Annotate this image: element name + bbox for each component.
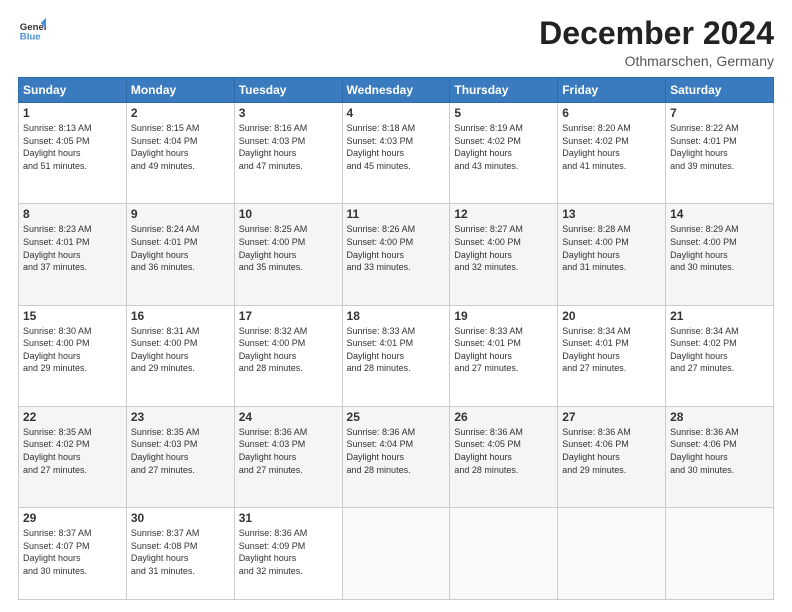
table-row: 3 Sunrise: 8:16 AMSunset: 4:03 PMDayligh… [234,103,342,204]
table-row: 31 Sunrise: 8:36 AMSunset: 4:09 PMDaylig… [234,507,342,599]
table-row: 24 Sunrise: 8:36 AMSunset: 4:03 PMDaylig… [234,406,342,507]
table-row: 21 Sunrise: 8:34 AMSunset: 4:02 PMDaylig… [666,305,774,406]
table-row: 28 Sunrise: 8:36 AMSunset: 4:06 PMDaylig… [666,406,774,507]
col-friday: Friday [558,78,666,103]
table-row: 27 Sunrise: 8:36 AMSunset: 4:06 PMDaylig… [558,406,666,507]
table-row: 13 Sunrise: 8:28 AMSunset: 4:00 PMDaylig… [558,204,666,305]
table-row: 5 Sunrise: 8:19 AMSunset: 4:02 PMDayligh… [450,103,558,204]
col-tuesday: Tuesday [234,78,342,103]
table-row: 25 Sunrise: 8:36 AMSunset: 4:04 PMDaylig… [342,406,450,507]
svg-text:Blue: Blue [20,32,41,43]
calendar-page: General Blue December 2024 Othmarschen, … [0,0,792,612]
logo: General Blue [18,16,46,44]
table-row: 10 Sunrise: 8:25 AMSunset: 4:00 PMDaylig… [234,204,342,305]
table-row: 14 Sunrise: 8:29 AMSunset: 4:00 PMDaylig… [666,204,774,305]
table-row: 1 Sunrise: 8:13 AMSunset: 4:05 PMDayligh… [19,103,127,204]
table-row: 8 Sunrise: 8:23 AMSunset: 4:01 PMDayligh… [19,204,127,305]
table-row [558,507,666,599]
month-title: December 2024 [539,16,774,51]
table-row: 19 Sunrise: 8:33 AMSunset: 4:01 PMDaylig… [450,305,558,406]
table-row [342,507,450,599]
table-row: 26 Sunrise: 8:36 AMSunset: 4:05 PMDaylig… [450,406,558,507]
table-row: 12 Sunrise: 8:27 AMSunset: 4:00 PMDaylig… [450,204,558,305]
table-row: 23 Sunrise: 8:35 AMSunset: 4:03 PMDaylig… [126,406,234,507]
col-monday: Monday [126,78,234,103]
header-row: Sunday Monday Tuesday Wednesday Thursday… [19,78,774,103]
header: General Blue December 2024 Othmarschen, … [18,16,774,69]
col-saturday: Saturday [666,78,774,103]
table-row: 29 Sunrise: 8:37 AMSunset: 4:07 PMDaylig… [19,507,127,599]
table-row [666,507,774,599]
table-row: 11 Sunrise: 8:26 AMSunset: 4:00 PMDaylig… [342,204,450,305]
col-thursday: Thursday [450,78,558,103]
table-row: 9 Sunrise: 8:24 AMSunset: 4:01 PMDayligh… [126,204,234,305]
table-row: 22 Sunrise: 8:35 AMSunset: 4:02 PMDaylig… [19,406,127,507]
table-row: 30 Sunrise: 8:37 AMSunset: 4:08 PMDaylig… [126,507,234,599]
table-row: 18 Sunrise: 8:33 AMSunset: 4:01 PMDaylig… [342,305,450,406]
col-wednesday: Wednesday [342,78,450,103]
location: Othmarschen, Germany [539,53,774,69]
table-row: 4 Sunrise: 8:18 AMSunset: 4:03 PMDayligh… [342,103,450,204]
table-row: 20 Sunrise: 8:34 AMSunset: 4:01 PMDaylig… [558,305,666,406]
table-row: 6 Sunrise: 8:20 AMSunset: 4:02 PMDayligh… [558,103,666,204]
table-row: 15 Sunrise: 8:30 AMSunset: 4:00 PMDaylig… [19,305,127,406]
table-row [450,507,558,599]
table-row: 2 Sunrise: 8:15 AMSunset: 4:04 PMDayligh… [126,103,234,204]
title-block: December 2024 Othmarschen, Germany [539,16,774,69]
table-row: 7 Sunrise: 8:22 AMSunset: 4:01 PMDayligh… [666,103,774,204]
table-row: 16 Sunrise: 8:31 AMSunset: 4:00 PMDaylig… [126,305,234,406]
table-row: 17 Sunrise: 8:32 AMSunset: 4:00 PMDaylig… [234,305,342,406]
calendar-table: Sunday Monday Tuesday Wednesday Thursday… [18,77,774,600]
col-sunday: Sunday [19,78,127,103]
